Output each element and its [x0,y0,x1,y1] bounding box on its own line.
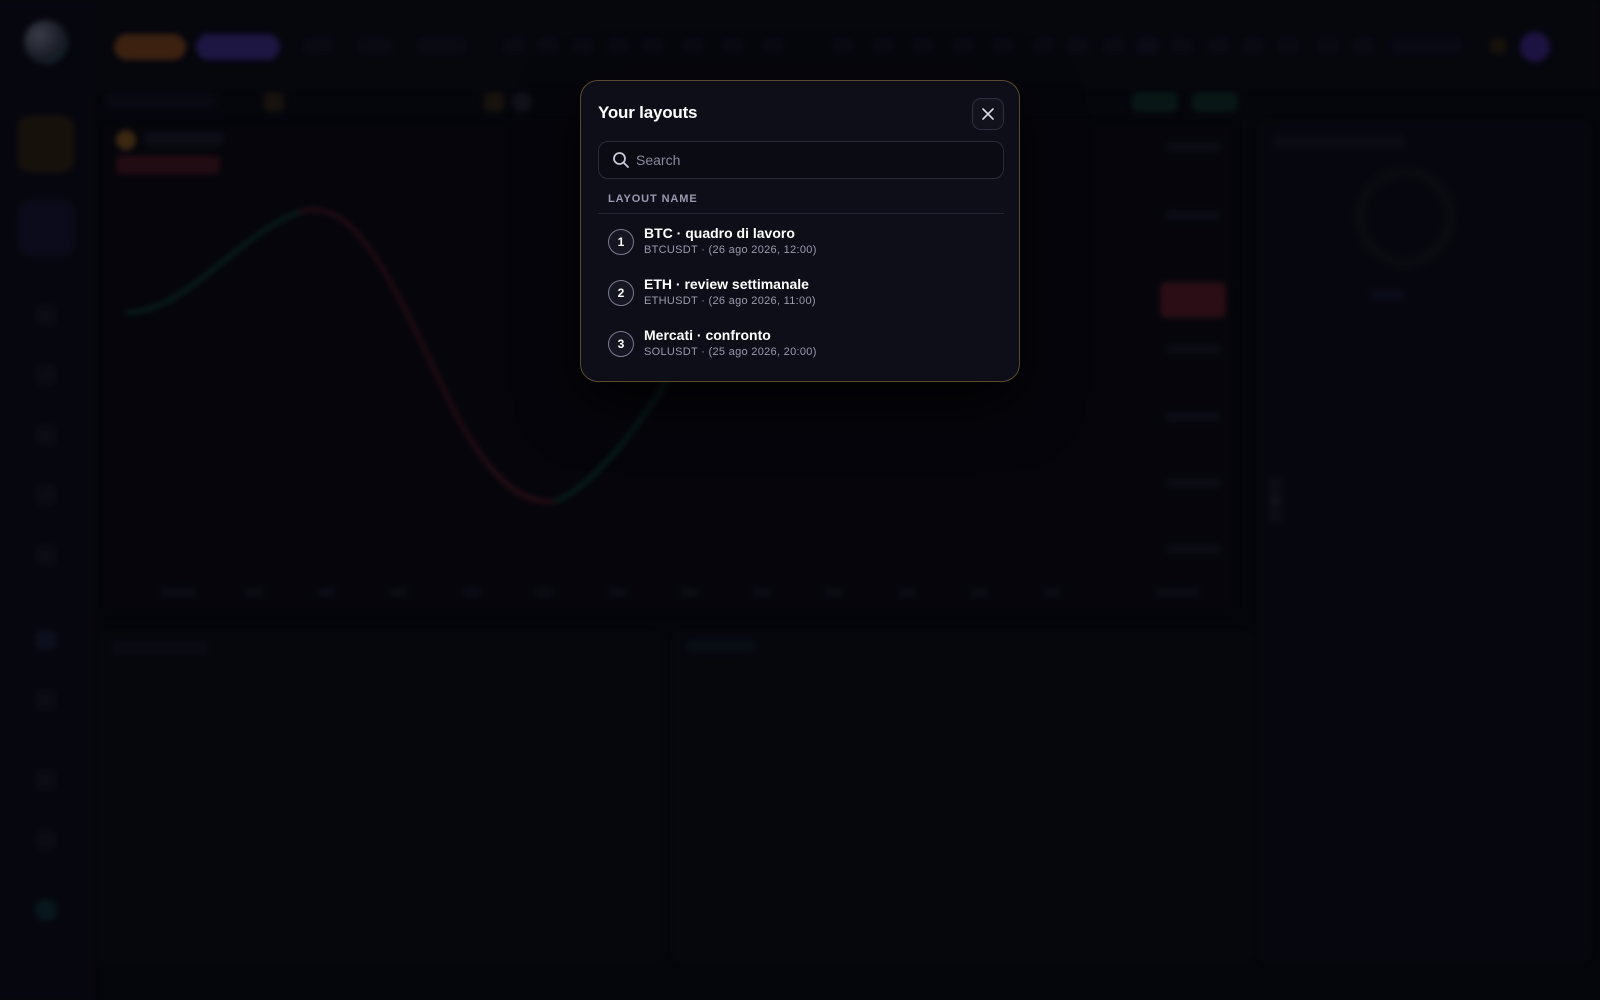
layout-meta: ETHUSDT · (26 ago 2026, 11:00) [644,295,816,307]
layout-row[interactable]: 2 ETH · review settimanale ETHUSDT · (26… [598,268,1004,319]
layout-index-badge: 1 [608,229,634,255]
close-button[interactable] [972,98,1004,130]
layout-index-badge: 3 [608,331,634,357]
layouts-dialog: Your layouts LAYOUT NAME 1 BTC · quadro … [580,80,1020,382]
layout-row[interactable]: 3 Mercati · confronto SOLUSDT · (25 ago … [598,319,1004,370]
layout-name: Mercati · confronto [644,327,771,343]
layout-name: BTC · quadro di lavoro [644,225,795,241]
search-icon [613,152,629,168]
dialog-title: Your layouts [598,103,698,122]
header-divider [598,213,1004,214]
column-header-layout-name: LAYOUT NAME [608,193,698,205]
layout-meta: BTCUSDT · (26 ago 2026, 12:00) [644,244,817,256]
search-input[interactable] [636,143,996,177]
layout-name: ETH · review settimanale [644,276,809,292]
close-icon [982,108,994,120]
layout-row[interactable]: 1 BTC · quadro di lavoro BTCUSDT · (26 a… [598,217,1004,268]
layout-meta: SOLUSDT · (25 ago 2026, 20:00) [644,346,817,358]
layout-index-badge: 2 [608,280,634,306]
search-field [598,141,1004,179]
layouts-list: 1 BTC · quadro di lavoro BTCUSDT · (26 a… [598,217,1004,370]
